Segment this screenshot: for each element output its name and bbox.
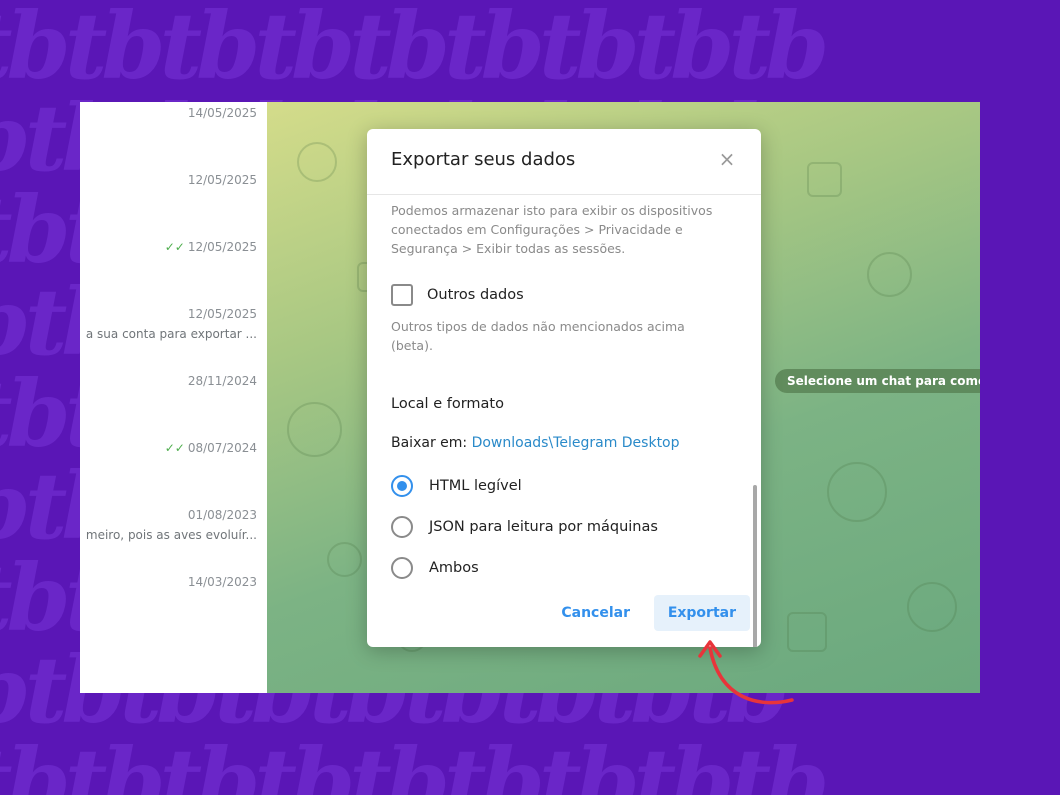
select-chat-hint: Selecione um chat para come	[775, 369, 980, 393]
radio-label: Ambos	[429, 560, 479, 576]
chat-snippet: a sua conta para exportar ...	[85, 327, 257, 341]
chat-date: 28/11/2024	[187, 374, 257, 388]
radio-html[interactable]	[391, 475, 413, 497]
doodle-icon	[807, 162, 842, 197]
chat-list: 14/05/2025 12/05/2025 ✓✓ 12/05/2025 12/05…	[80, 102, 267, 693]
other-data-checkbox[interactable]	[391, 284, 413, 306]
doodle-icon	[827, 462, 887, 522]
format-option-html[interactable]: HTML legível	[391, 475, 522, 497]
chat-list-item[interactable]: 12/05/2025 a sua conta para exportar ...	[80, 307, 257, 347]
format-option-json[interactable]: JSON para leitura por máquinas	[391, 516, 658, 538]
annotation-arrow-icon	[698, 640, 794, 705]
doodle-icon	[907, 582, 957, 632]
format-option-both[interactable]: Ambos	[391, 557, 479, 579]
read-check-icon: ✓✓	[164, 240, 185, 254]
chat-list-item[interactable]: ✓✓ 08/07/2024	[80, 441, 257, 461]
export-button[interactable]: Exportar	[653, 595, 750, 631]
radio-label: HTML legível	[429, 478, 522, 494]
doodle-icon	[867, 252, 912, 297]
other-data-description: Outros tipos de dados não mencionados ac…	[391, 319, 685, 353]
export-dialog: Exportar seus dados × Podemos armazenar …	[367, 129, 761, 647]
other-data-label: Outros dados	[427, 287, 524, 303]
doodle-icon	[297, 142, 337, 182]
chat-date: ✓✓ 08/07/2024	[164, 441, 257, 455]
download-location: Baixar em: Downloads\Telegram Desktop	[391, 435, 680, 451]
chat-date: 12/05/2025	[187, 173, 257, 187]
dialog-title: Exportar seus dados	[391, 149, 576, 170]
chat-list-item[interactable]: 14/05/2025	[80, 106, 257, 126]
sessions-description: Podemos armazenar isto para exibir os di…	[391, 203, 713, 256]
doodle-icon	[287, 402, 342, 457]
chat-list-item[interactable]: 28/11/2024	[80, 374, 257, 394]
dialog-body: Podemos armazenar isto para exibir os di…	[367, 195, 761, 647]
radio-both[interactable]	[391, 557, 413, 579]
download-label: Baixar em:	[391, 435, 468, 451]
close-icon[interactable]: ×	[715, 147, 739, 171]
read-check-icon: ✓✓	[164, 441, 185, 455]
chat-list-item[interactable]: 14/03/2023	[80, 575, 257, 595]
other-data-option[interactable]: Outros dados	[391, 284, 524, 306]
dialog-header: Exportar seus dados ×	[367, 129, 761, 195]
chat-list-item[interactable]: 12/05/2025	[80, 173, 257, 193]
chat-list-item[interactable]: ✓✓ 12/05/2025	[80, 240, 257, 260]
radio-label: JSON para leitura por máquinas	[429, 519, 658, 535]
section-title: Local e formato	[391, 396, 504, 412]
chat-date: 14/03/2023	[187, 575, 257, 589]
chat-date: 14/05/2025	[187, 106, 257, 120]
cancel-button[interactable]: Cancelar	[547, 595, 644, 631]
chat-snippet: meiro, pois as aves evoluír...	[85, 528, 257, 542]
chat-date: 12/05/2025	[187, 307, 257, 321]
doodle-icon	[327, 542, 362, 577]
radio-json[interactable]	[391, 516, 413, 538]
download-path-link[interactable]: Downloads\Telegram Desktop	[472, 435, 680, 451]
chat-date: 01/08/2023	[187, 508, 257, 522]
chat-date: ✓✓ 12/05/2025	[164, 240, 257, 254]
chat-list-item[interactable]: 01/08/2023 meiro, pois as aves evoluír..…	[80, 508, 257, 548]
